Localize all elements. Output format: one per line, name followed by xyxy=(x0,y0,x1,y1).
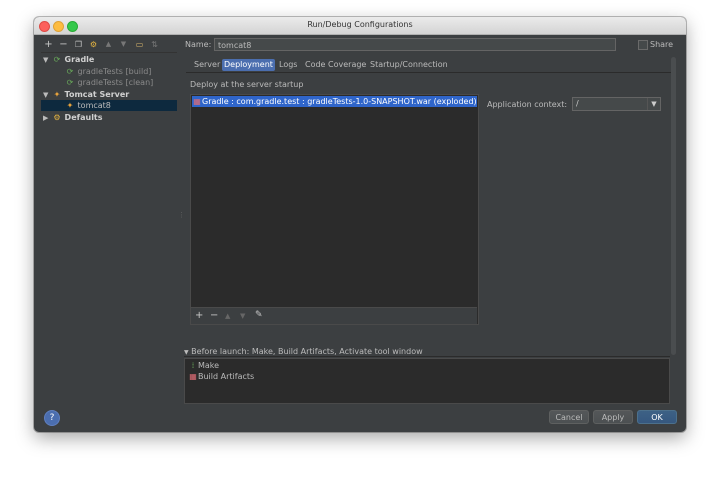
move-up-icon[interactable]: ▲ xyxy=(103,39,114,50)
tree-node-tomcat[interactable]: ▼ ✦ Tomcat Server xyxy=(43,89,129,100)
tree-node-tomcat8[interactable]: ✦ tomcat8 xyxy=(41,100,177,111)
configuration-tree: ▼ ⟳ Gradle ⟳ gradleTests [build] ⟳ gradle… xyxy=(41,52,177,393)
ok-button[interactable]: OK xyxy=(637,410,677,424)
deploy-header: Deploy at the server startup xyxy=(190,80,304,89)
make-icon: ⁞ xyxy=(191,361,195,370)
copy-configuration-icon[interactable]: ❐ xyxy=(73,39,84,50)
tree-label: gradleTests [build] xyxy=(77,67,152,76)
before-launch-item-make[interactable]: ⁞ Make xyxy=(188,361,219,371)
gradle-task-icon: ⟳ xyxy=(66,78,74,87)
tree-node-gradle-build[interactable]: ⟳ gradleTests [build] xyxy=(65,66,152,77)
before-launch-divider xyxy=(184,356,670,357)
folder-icon[interactable]: ▭ xyxy=(134,39,145,50)
run-debug-dialog: Run/Debug Configurations + − ❐ ⚙ ▲ ▼ ▭ ⇅… xyxy=(34,17,686,432)
help-button[interactable]: ? xyxy=(44,410,60,426)
tomcat-icon: ✦ xyxy=(53,90,61,99)
artifact-list[interactable]: ▦Gradle : com.gradle.test : gradleTests-… xyxy=(190,94,479,325)
defaults-icon: ⚙ xyxy=(53,113,61,122)
tree-label: tomcat8 xyxy=(77,101,111,110)
tab-startup-connection[interactable]: Startup/Connection xyxy=(368,59,450,71)
add-configuration-icon[interactable]: + xyxy=(43,39,54,50)
tree-label-gradle: Gradle xyxy=(64,55,95,64)
title-bar: Run/Debug Configurations xyxy=(34,17,686,35)
artifact-icon: ▦ xyxy=(189,372,197,381)
name-input[interactable]: tomcat8 xyxy=(214,38,616,51)
tree-label-tomcat: Tomcat Server xyxy=(64,90,130,99)
add-artifact-icon[interactable]: + xyxy=(195,310,203,321)
move-down-icon[interactable]: ▼ xyxy=(240,312,245,320)
before-launch-list[interactable]: ⁞ Make ▦Build Artifacts xyxy=(184,358,670,404)
sort-icon[interactable]: ⇅ xyxy=(149,39,160,50)
item-label: Build Artifacts xyxy=(198,372,255,381)
artifact-label: Gradle : com.gradle.test : gradleTests-1… xyxy=(202,97,477,106)
tab-code-coverage[interactable]: Code Coverage xyxy=(303,59,368,71)
remove-configuration-icon[interactable]: − xyxy=(58,39,69,50)
artifact-list-toolbar: + − ▲ ▼ ✎ xyxy=(191,307,477,324)
expand-arrow-icon[interactable]: ▼ xyxy=(43,55,52,66)
tree-label-defaults: Defaults xyxy=(64,113,103,122)
tab-divider xyxy=(186,72,671,73)
before-launch-header[interactable]: ▼ Before launch: Make, Build Artifacts, … xyxy=(184,347,423,356)
app-context-combo[interactable]: / ▼ xyxy=(572,97,661,111)
tree-node-defaults[interactable]: ▶ ⚙ Defaults xyxy=(43,112,103,123)
move-down-icon[interactable]: ▼ xyxy=(118,39,129,50)
edit-defaults-icon[interactable]: ⚙ xyxy=(88,39,99,50)
tab-deployment[interactable]: Deployment xyxy=(222,59,275,71)
tab-logs[interactable]: Logs xyxy=(277,59,299,71)
chevron-down-icon[interactable]: ▼ xyxy=(647,98,660,110)
apply-button[interactable]: Apply xyxy=(593,410,633,424)
name-label: Name: xyxy=(185,40,212,49)
expand-arrow-icon[interactable]: ▼ xyxy=(184,349,189,356)
tab-server[interactable]: Server xyxy=(192,59,222,71)
before-launch-title: Before launch: Make, Build Artifacts, Ac… xyxy=(191,347,423,356)
share-label: Share xyxy=(650,40,674,49)
cancel-button[interactable]: Cancel xyxy=(549,410,589,424)
edit-artifact-icon[interactable]: ✎ xyxy=(255,310,263,320)
tree-node-gradle-clean[interactable]: ⟳ gradleTests [clean] xyxy=(65,77,154,88)
app-context-label: Application context: xyxy=(487,100,568,109)
vertical-scrollbar[interactable] xyxy=(671,57,676,355)
item-label: Make xyxy=(198,361,220,370)
tree-label: gradleTests [clean] xyxy=(77,78,154,87)
artifact-item[interactable]: ▦Gradle : com.gradle.test : gradleTests-… xyxy=(192,96,477,107)
share-checkbox[interactable] xyxy=(638,40,648,50)
window-title: Run/Debug Configurations xyxy=(307,20,413,29)
app-context-value: / xyxy=(576,99,579,108)
before-launch-item-build-artifacts[interactable]: ▦Build Artifacts xyxy=(188,372,254,382)
tree-node-gradle[interactable]: ▼ ⟳ Gradle xyxy=(43,54,94,65)
tomcat-icon: ✦ xyxy=(66,101,74,110)
move-up-icon[interactable]: ▲ xyxy=(225,312,230,320)
splitter-handle[interactable]: ⋮ xyxy=(178,211,185,219)
collapse-arrow-icon[interactable]: ▶ xyxy=(43,113,52,124)
gradle-icon: ⟳ xyxy=(53,55,61,64)
artifact-icon: ▦ xyxy=(193,97,201,106)
remove-artifact-icon[interactable]: − xyxy=(210,310,218,321)
gradle-task-icon: ⟳ xyxy=(66,67,74,76)
